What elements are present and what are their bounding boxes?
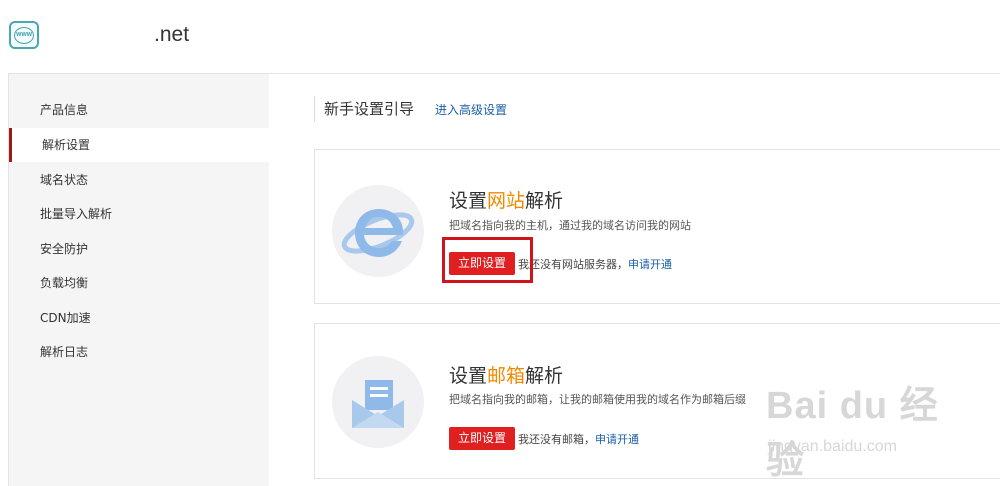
mail-note: 我还没有邮箱，申请开通 xyxy=(518,431,639,447)
sidebar-item-product-info[interactable]: 产品信息 xyxy=(9,93,269,127)
website-apply-link[interactable]: 申请开通 xyxy=(628,258,672,271)
sidebar-item-cdn[interactable]: CDN加速 xyxy=(9,301,269,335)
page-title: 新手设置引导 xyxy=(314,96,414,122)
domain-name: .net xyxy=(154,23,190,46)
mail-title-prefix: 设置 xyxy=(449,365,488,387)
mail-title-highlight: 邮箱 xyxy=(487,365,526,387)
www-globe-icon[interactable]: WWW xyxy=(9,21,39,49)
website-card-title: 设置网站解析 xyxy=(449,186,563,213)
logo-text: WWW xyxy=(14,26,34,44)
internet-explorer-icon xyxy=(332,185,424,277)
watermark-url: jingyan.baidu.com xyxy=(768,438,897,455)
mail-setup-button[interactable]: 立即设置 xyxy=(449,427,515,450)
sidebar-item-load-balancing[interactable]: 负载均衡 xyxy=(9,266,269,300)
mail-card-description: 把域名指向我的邮箱，让我的邮箱使用我的域名作为邮箱后缀 xyxy=(449,393,746,406)
website-note: 我还没有网站服务器，申请开通 xyxy=(518,256,672,272)
website-dns-card: 设置网站解析 把域名指向我的主机，通过我的域名访问我的网站 立即设置 我还没有网… xyxy=(314,149,1000,304)
mail-title-suffix: 解析 xyxy=(525,365,564,387)
advanced-settings-link[interactable]: 进入高级设置 xyxy=(435,101,507,119)
top-header: WWW .net xyxy=(0,0,1000,72)
sidebar: 产品信息 解析设置 域名状态 批量导入解析 安全防护 负载均衡 CDN加速 解析… xyxy=(9,74,269,486)
mail-note-text: 我还没有邮箱， xyxy=(518,433,595,446)
website-title-suffix: 解析 xyxy=(525,190,564,212)
baidu-jingyan-watermark: Bai du 经验 jingyan.baidu.com xyxy=(766,374,956,482)
sidebar-item-security[interactable]: 安全防护 xyxy=(9,232,269,266)
highlight-annotation-box xyxy=(442,237,533,283)
envelope-icon xyxy=(332,356,424,448)
website-title-highlight: 网站 xyxy=(487,190,526,212)
website-title-prefix: 设置 xyxy=(449,190,488,212)
mail-card-title: 设置邮箱解析 xyxy=(449,361,563,388)
website-note-text: 我还没有网站服务器， xyxy=(518,258,628,271)
sidebar-item-dns-settings[interactable]: 解析设置 xyxy=(9,128,269,162)
mail-apply-link[interactable]: 申请开通 xyxy=(595,433,639,446)
website-card-description: 把域名指向我的主机，通过我的域名访问我的网站 xyxy=(449,219,691,232)
watermark-brand: Bai du 经验 xyxy=(766,385,939,482)
sidebar-item-batch-import[interactable]: 批量导入解析 xyxy=(9,197,269,231)
sidebar-item-dns-log[interactable]: 解析日志 xyxy=(9,335,269,369)
sidebar-item-domain-status[interactable]: 域名状态 xyxy=(9,163,269,197)
